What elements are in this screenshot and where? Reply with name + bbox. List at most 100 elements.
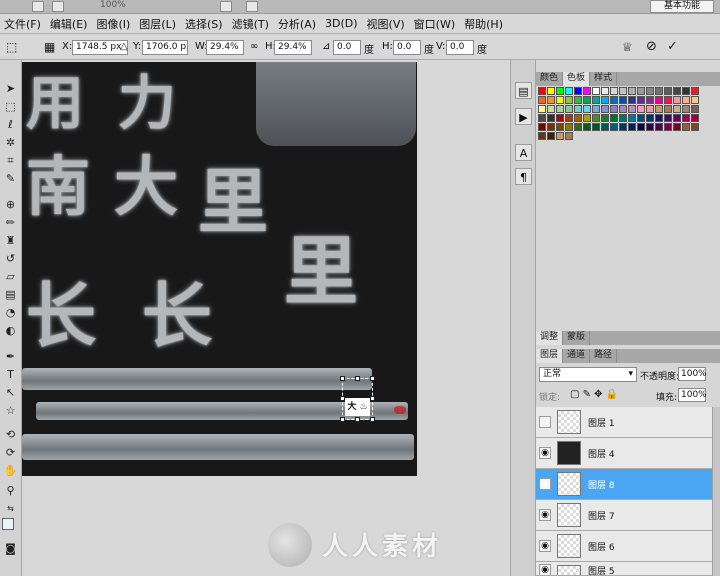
color-swatch[interactable] [547, 105, 555, 113]
color-swatch[interactable] [601, 96, 609, 104]
clone-stamp-tool-icon[interactable]: ♜ [3, 234, 18, 248]
color-swatch[interactable] [682, 96, 690, 104]
height-field[interactable]: 29.4% [274, 40, 312, 55]
color-swatch[interactable] [574, 87, 582, 95]
color-swatch[interactable] [655, 123, 663, 131]
bridge-icon[interactable] [32, 1, 44, 12]
color-swatch[interactable] [601, 87, 609, 95]
foreground-color-swatch[interactable] [2, 518, 14, 530]
hand-tool-icon[interactable]: ✋ [3, 464, 18, 478]
shape-tool-icon[interactable]: ☆ [3, 404, 18, 418]
eyedropper-tool-icon[interactable]: ✎ [3, 172, 18, 186]
commit-transform-icon[interactable]: ✓ [667, 40, 678, 54]
move-tool-icon[interactable]: ➤ [3, 82, 18, 96]
layer-row[interactable]: ◉ 图层 5 [536, 562, 712, 576]
transform-handle[interactable] [370, 376, 375, 381]
color-swatch[interactable] [646, 87, 654, 95]
color-swatch[interactable] [592, 105, 600, 113]
lasso-tool-icon[interactable]: ℓ [3, 118, 18, 132]
width-field[interactable]: 29.4% [206, 40, 244, 55]
color-swatch[interactable] [673, 123, 681, 131]
color-swatch[interactable] [565, 105, 573, 113]
menu-3d[interactable]: 3D(D) [323, 17, 365, 30]
color-swatch[interactable] [637, 105, 645, 113]
color-swatch[interactable] [583, 96, 591, 104]
color-swatch[interactable] [592, 114, 600, 122]
swap-colors-icon[interactable]: ⇆ [3, 502, 18, 516]
tab-adjustments[interactable]: 调整 [536, 331, 564, 345]
color-swatch[interactable] [565, 96, 573, 104]
color-swatch[interactable] [628, 87, 636, 95]
color-swatch[interactable] [565, 87, 573, 95]
menu-analysis[interactable]: 分析(A) [276, 16, 323, 32]
color-swatch[interactable] [610, 96, 618, 104]
tab-channels[interactable]: 通道 [563, 349, 591, 363]
color-swatch[interactable] [637, 87, 645, 95]
gradient-tool-icon[interactable]: ▤ [3, 288, 18, 302]
workspace-switcher[interactable]: 基本功能 [650, 0, 714, 13]
transform-handle[interactable] [340, 376, 345, 381]
blend-mode-select[interactable]: 正常 ▾ [539, 367, 637, 382]
3d-orbit-tool-icon[interactable]: ⟳ [3, 446, 18, 460]
crop-tool-icon[interactable]: ⌗ [3, 154, 18, 168]
magic-wand-tool-icon[interactable]: ✲ [3, 136, 18, 150]
eye-icon[interactable]: ◉ [539, 540, 551, 552]
transform-handle[interactable] [340, 417, 345, 422]
blur-tool-icon[interactable]: ◔ [3, 306, 18, 320]
color-swatch[interactable] [574, 96, 582, 104]
color-swatch[interactable] [574, 123, 582, 131]
color-swatch[interactable] [538, 105, 546, 113]
tab-layers[interactable]: 图层 [536, 349, 564, 363]
transform-handle[interactable] [355, 376, 360, 381]
color-swatch[interactable] [565, 114, 573, 122]
color-swatch[interactable] [628, 96, 636, 104]
fill-field[interactable]: 100% [678, 388, 707, 402]
dodge-tool-icon[interactable]: ◐ [3, 324, 18, 338]
actions-panel-icon[interactable]: ▶ [515, 108, 532, 125]
color-swatch[interactable] [601, 105, 609, 113]
color-swatch[interactable] [691, 96, 699, 104]
reference-point-icon[interactable]: ▦ [44, 40, 55, 54]
color-swatch[interactable] [655, 114, 663, 122]
color-swatch[interactable] [538, 123, 546, 131]
color-swatch[interactable] [556, 132, 564, 140]
color-swatch[interactable] [547, 87, 555, 95]
color-swatch[interactable] [556, 96, 564, 104]
transform-handle[interactable] [340, 396, 345, 401]
zoom-level[interactable]: 100% [100, 0, 126, 10]
paragraph-panel-icon[interactable]: ¶ [515, 168, 532, 185]
color-swatch[interactable] [691, 123, 699, 131]
color-swatch[interactable] [601, 114, 609, 122]
arrange-documents-icon[interactable] [220, 1, 232, 12]
path-selection-tool-icon[interactable]: ↖ [3, 386, 18, 400]
color-swatch[interactable] [592, 96, 600, 104]
history-panel-icon[interactable]: ▤ [515, 82, 532, 99]
color-swatch[interactable] [583, 114, 591, 122]
color-swatch[interactable] [646, 114, 654, 122]
color-swatch[interactable] [583, 123, 591, 131]
color-swatch[interactable] [574, 105, 582, 113]
layer-row[interactable]: 图层 1 [536, 407, 712, 438]
color-swatch[interactable] [664, 114, 672, 122]
color-swatch[interactable] [583, 87, 591, 95]
color-swatch[interactable] [619, 96, 627, 104]
color-swatch[interactable] [583, 105, 591, 113]
tab-styles[interactable]: 样式 [590, 72, 618, 86]
menu-view[interactable]: 视图(V) [365, 16, 412, 32]
type-tool-icon[interactable]: T [3, 368, 18, 382]
color-swatch[interactable] [664, 123, 672, 131]
color-swatch[interactable] [682, 87, 690, 95]
visibility-toggle[interactable] [539, 416, 551, 428]
rotation-field[interactable]: 0.0 [333, 40, 361, 55]
vskew-field[interactable]: 0.0 [446, 40, 474, 55]
tab-masks[interactable]: 蒙版 [563, 331, 591, 345]
color-swatch[interactable] [691, 87, 699, 95]
color-swatch[interactable] [592, 123, 600, 131]
color-swatch[interactable] [610, 87, 618, 95]
color-swatch[interactable] [637, 114, 645, 122]
document-canvas[interactable]: 用 力 南 大 里 里 长 长 大 ♨ [22, 62, 417, 476]
zoom-tool-icon[interactable]: ⚲ [3, 484, 18, 498]
document-canvas-area[interactable]: 用 力 南 大 里 里 长 长 大 ♨ 人人素材 [22, 60, 510, 576]
menu-help[interactable]: 帮助(H) [462, 16, 510, 32]
tab-swatches[interactable]: 色板 [563, 72, 591, 86]
